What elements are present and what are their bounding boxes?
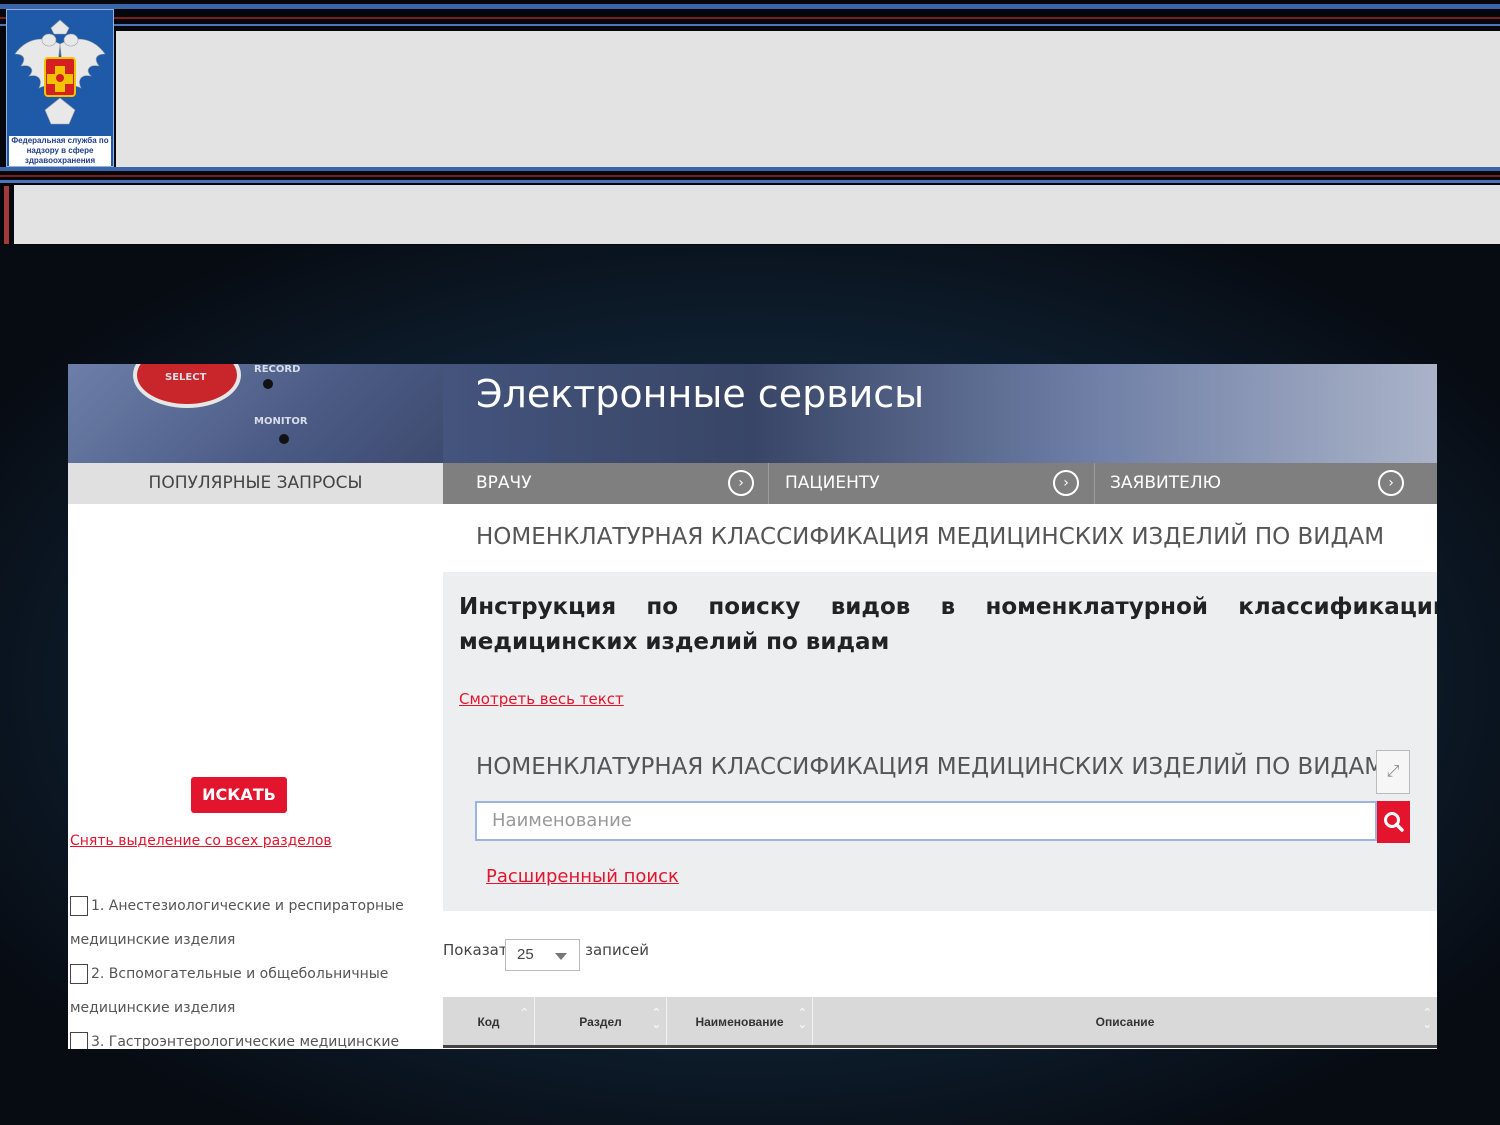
column-label: Код bbox=[477, 1015, 500, 1029]
expand-icon[interactable]: ⤢ bbox=[1376, 750, 1410, 794]
device-button bbox=[279, 434, 289, 444]
main-content: НОМЕНКЛАТУРНАЯ КЛАССИФИКАЦИЯ МЕДИЦИНСКИХ… bbox=[443, 504, 1437, 1049]
eagle-emblem-icon bbox=[14, 19, 106, 125]
device-select-knob bbox=[133, 364, 241, 408]
records-label: записей bbox=[585, 941, 649, 959]
category-label: 2. Вспомогательные и общебольничные bbox=[91, 966, 389, 982]
tab-applicant-label: ЗАЯВИТЕЛЮ bbox=[1110, 473, 1221, 493]
column-label: Описание bbox=[1095, 1015, 1155, 1029]
category-item: 2. Вспомогательные и общебольничные bbox=[70, 957, 440, 991]
device-label: RECORD bbox=[254, 364, 301, 375]
banner-device-photo: SELECT RECORD MONITOR bbox=[68, 364, 443, 463]
slide-title-box bbox=[14, 185, 1500, 244]
unselect-all-link[interactable]: Снять выделение со всех разделов bbox=[70, 833, 332, 849]
tab-doctor-label: ВРАЧУ bbox=[476, 473, 532, 493]
category-checkbox[interactable] bbox=[70, 964, 88, 984]
category-label: 1. Анестезиологические и респираторные bbox=[91, 898, 404, 914]
slide-header-box bbox=[116, 31, 1500, 167]
page-size-select[interactable]: 25 bbox=[505, 939, 580, 971]
tab-popular-requests[interactable]: ПОПУЛЯРНЫЕ ЗАПРОСЫ bbox=[68, 463, 443, 504]
category-label: 3. Гастроэнтерологические медицинские bbox=[91, 1034, 400, 1049]
column-label: Наименование bbox=[695, 1015, 784, 1029]
header-line bbox=[0, 24, 1500, 26]
roszdravnadzor-logo: Федеральная служба по надзору в сфере зд… bbox=[6, 9, 114, 167]
chevron-right-icon: › bbox=[1378, 470, 1404, 496]
category-checkbox[interactable] bbox=[70, 896, 88, 916]
header-line bbox=[0, 4, 1500, 9]
category-item: 3. Гастроэнтерологические медицинские bbox=[70, 1025, 440, 1049]
section-title: НОМЕНКЛАТУРНАЯ КЛАССИФИКАЦИЯ МЕДИЦИНСКИХ… bbox=[476, 754, 1385, 780]
category-item: 1. Анестезиологические и респираторные bbox=[70, 889, 440, 923]
category-checkbox[interactable] bbox=[70, 1032, 88, 1049]
table-header: Код ⌃ Раздел ⌃ ⌄ Наименование ⌃ ⌄ Описание… bbox=[443, 997, 1437, 1048]
header-line bbox=[0, 175, 1500, 177]
tab-patient[interactable]: ПАЦИЕНТУ › bbox=[769, 463, 1094, 504]
title-accent-bar bbox=[4, 186, 9, 244]
logo-caption: Федеральная служба по надзору в сфере зд… bbox=[9, 136, 111, 166]
column-header-code[interactable]: Код ⌃ bbox=[443, 997, 535, 1045]
page-title: НОМЕНКЛАТУРНАЯ КЛАССИФИКАЦИЯ МЕДИЦИНСКИХ… bbox=[476, 524, 1385, 550]
advanced-search-link[interactable]: Расширенный поиск bbox=[486, 866, 679, 887]
column-header-description[interactable]: Описание ⌃ ⌄ bbox=[813, 997, 1437, 1045]
device-label: SELECT bbox=[165, 372, 207, 383]
category-label-continued: медицинские изделия bbox=[70, 1000, 236, 1016]
search-icon bbox=[1384, 812, 1404, 832]
search-submit-button[interactable] bbox=[1377, 801, 1410, 843]
column-label: Раздел bbox=[579, 1015, 622, 1029]
website-screenshot: SELECT RECORD MONITOR Электронные сервис… bbox=[68, 364, 1437, 1049]
full-text-link[interactable]: Смотреть весь текст bbox=[459, 690, 624, 708]
search-button[interactable]: ИСКАТЬ bbox=[191, 777, 287, 813]
main-nav: ПОПУЛЯРНЫЕ ЗАПРОСЫ ВРАЧУ › ПАЦИЕНТУ › ЗА… bbox=[68, 463, 1437, 504]
device-button bbox=[263, 379, 273, 389]
tab-patient-label: ПАЦИЕНТУ bbox=[785, 473, 880, 493]
column-header-section[interactable]: Раздел ⌃ ⌄ bbox=[535, 997, 667, 1045]
header-line bbox=[0, 180, 1500, 183]
header-line bbox=[0, 17, 1500, 19]
chevron-right-icon: › bbox=[1053, 470, 1079, 496]
page-size-value: 25 bbox=[517, 946, 534, 963]
chevron-down-icon bbox=[555, 953, 567, 960]
sort-icon: ⌃ ⌄ bbox=[797, 1007, 807, 1031]
sidebar: ИСКАТЬ Снять выделение со всех разделов … bbox=[68, 504, 443, 1049]
tab-applicant[interactable]: ЗАЯВИТЕЛЮ › bbox=[1095, 463, 1437, 504]
column-header-name[interactable]: Наименование ⌃ ⌄ bbox=[667, 997, 813, 1045]
name-search-input[interactable]: Наименование bbox=[475, 801, 1377, 841]
banner-title: Электронные сервисы bbox=[476, 372, 925, 416]
device-label: MONITOR bbox=[254, 416, 308, 427]
sort-icon: ⌃ ⌄ bbox=[1422, 1007, 1432, 1031]
tab-doctor[interactable]: ВРАЧУ › bbox=[443, 463, 768, 504]
chevron-right-icon: › bbox=[728, 470, 754, 496]
instruction-heading: Инструкция по поиску видов в номенклатур… bbox=[459, 594, 1437, 655]
sort-icon: ⌃ bbox=[519, 1007, 529, 1019]
services-banner: SELECT RECORD MONITOR Электронные сервис… bbox=[68, 364, 1437, 463]
header-line bbox=[0, 167, 1500, 171]
sort-icon: ⌃ ⌄ bbox=[651, 1007, 661, 1031]
category-label-continued: медицинские изделия bbox=[70, 932, 236, 948]
